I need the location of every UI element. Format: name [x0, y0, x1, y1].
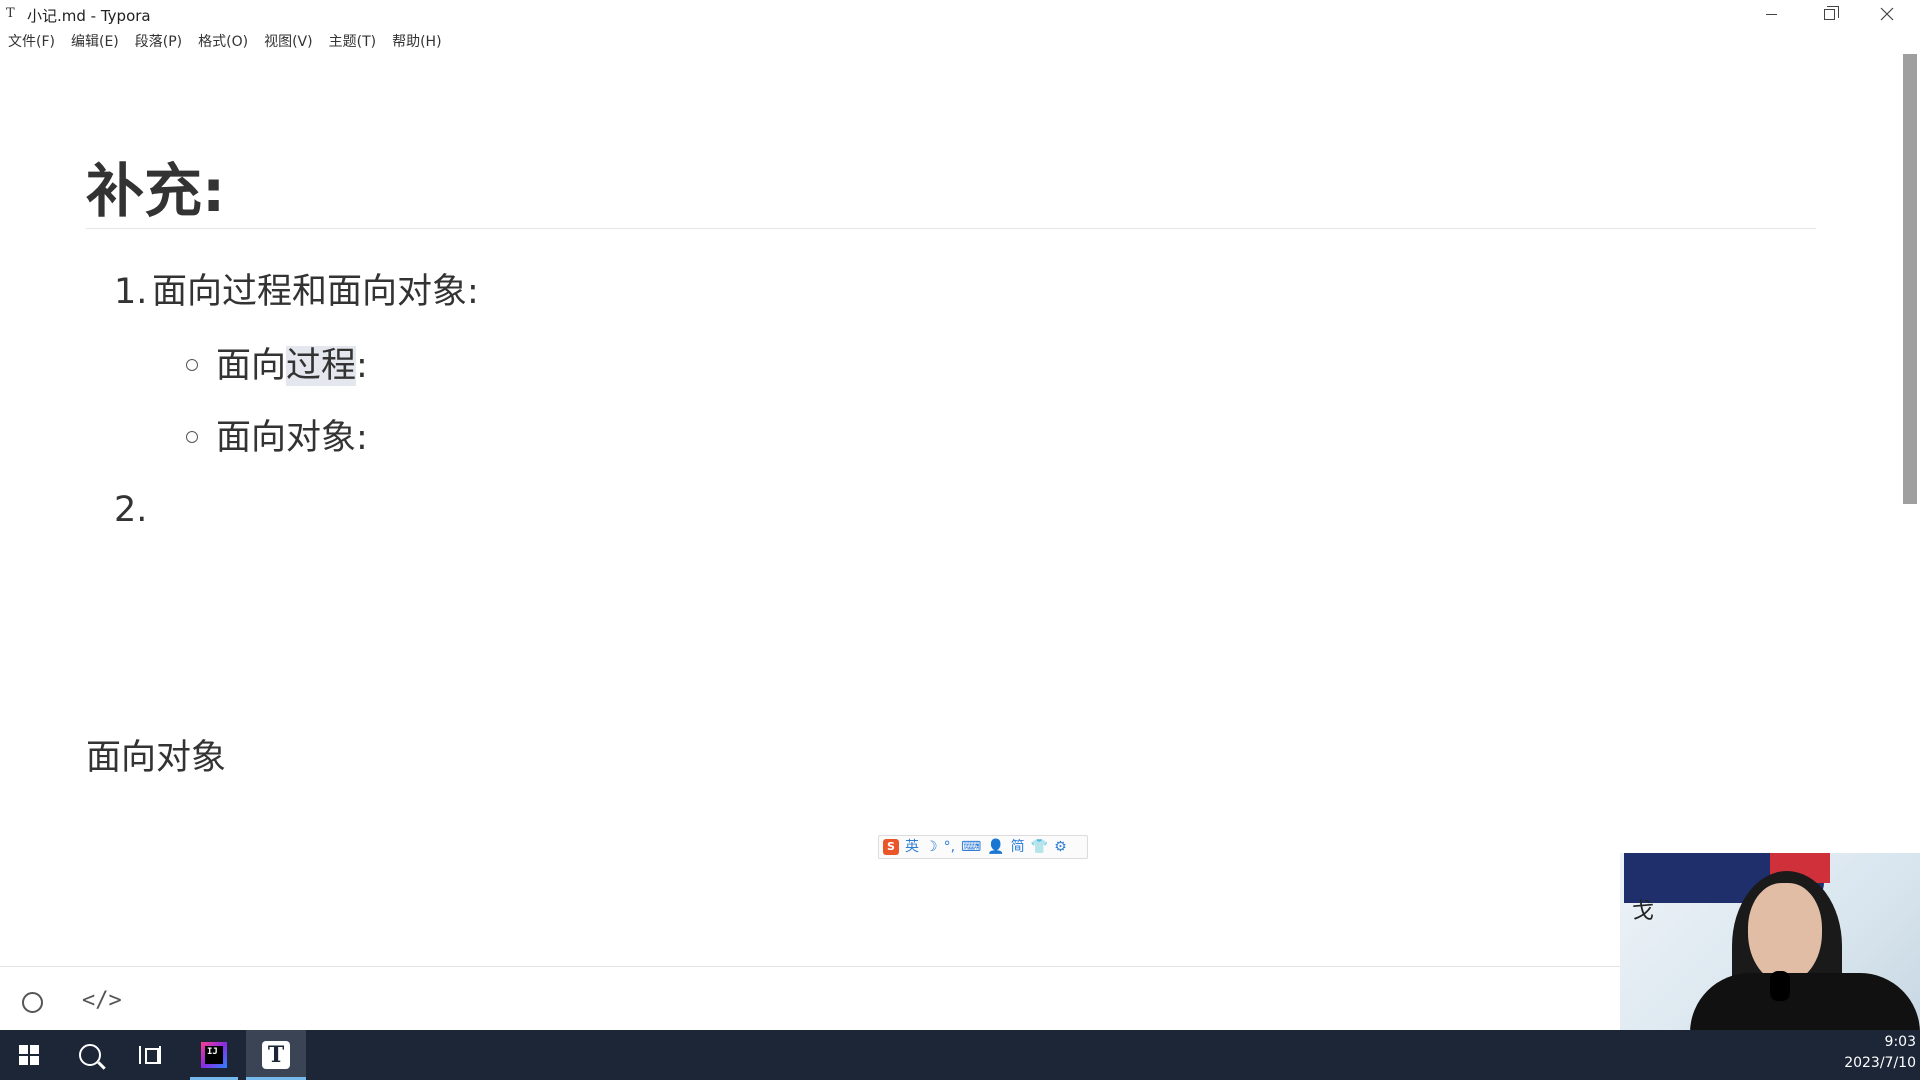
- taskbar: IJ T: [0, 1030, 1920, 1080]
- webcam-overlay: 戈: [1620, 853, 1920, 1035]
- menu-bar: 文件(F) 编辑(E) 段落(P) 格式(O) 视图(V) 主题(T) 帮助(H…: [0, 30, 450, 54]
- ime-lang-toggle[interactable]: 英: [905, 838, 919, 856]
- ime-skin-icon[interactable]: 👕: [1031, 838, 1048, 856]
- menu-file[interactable]: 文件(F): [0, 30, 63, 54]
- webcam-microphone: [1770, 971, 1790, 1001]
- search-icon: [79, 1044, 101, 1066]
- sogou-logo-icon[interactable]: S: [883, 839, 899, 855]
- restore-icon: [1823, 5, 1839, 20]
- menu-theme[interactable]: 主题(T): [321, 30, 384, 54]
- list-number: 2.: [114, 490, 148, 530]
- webcam-person-body: [1690, 973, 1920, 1035]
- sub-list-item[interactable]: 面向过程:: [216, 344, 368, 388]
- paragraph[interactable]: 面向对象: [86, 736, 226, 780]
- sub-list-item[interactable]: 面向对象:: [216, 416, 368, 460]
- start-button[interactable]: [0, 1030, 58, 1080]
- system-clock[interactable]: 9:03 2023/7/10: [1820, 1032, 1916, 1074]
- title-bar: T 小记.md - Typora: [0, 0, 1920, 28]
- heading-divider: [86, 228, 1816, 229]
- intellij-idea-icon: IJ: [201, 1042, 227, 1068]
- ime-toolbar[interactable]: S 英 ☽ °, ⌨ 👤 简 👕 ⚙: [878, 835, 1088, 859]
- windows-logo-icon: [19, 1045, 39, 1065]
- close-button[interactable]: [1858, 0, 1916, 28]
- sub-item-suffix: :: [356, 346, 368, 386]
- ime-simplified-toggle[interactable]: 简: [1011, 838, 1025, 856]
- webcam-person-face: [1748, 883, 1822, 983]
- selected-text[interactable]: 过程: [286, 346, 357, 386]
- task-view-button[interactable]: [122, 1030, 178, 1080]
- taskbar-typora[interactable]: T: [246, 1030, 306, 1080]
- ime-settings-icon[interactable]: ⚙: [1054, 838, 1067, 856]
- ime-user-icon[interactable]: 👤: [987, 838, 1004, 856]
- task-view-icon: [139, 1046, 161, 1064]
- clock-time: 9:03: [1884, 1034, 1916, 1050]
- typora-app-icon: T: [6, 6, 15, 21]
- menu-paragraph[interactable]: 段落(P): [127, 30, 190, 54]
- menu-format[interactable]: 格式(O): [190, 30, 256, 54]
- intellij-idea-label: IJ: [205, 1046, 223, 1064]
- minimize-button[interactable]: [1742, 0, 1800, 28]
- heading-1[interactable]: 补充:: [86, 156, 225, 226]
- ime-keyboard-icon[interactable]: ⌨: [961, 838, 981, 856]
- outline-toggle-icon[interactable]: [22, 992, 43, 1013]
- bullet-circle-icon: [186, 359, 198, 371]
- menu-view[interactable]: 视图(V): [256, 30, 321, 54]
- ime-punctuation-icon[interactable]: °,: [944, 838, 955, 856]
- restore-button[interactable]: [1800, 0, 1858, 28]
- minimize-icon: [1765, 13, 1777, 15]
- typora-icon: T: [262, 1041, 290, 1069]
- menu-edit[interactable]: 编辑(E): [63, 30, 127, 54]
- list-item-text[interactable]: 面向过程和面向对象:: [152, 270, 479, 314]
- window-title: 小记.md - Typora: [27, 7, 151, 25]
- scrollbar-thumb[interactable]: [1903, 54, 1917, 504]
- sub-item-prefix: 面向: [216, 346, 287, 386]
- menu-help[interactable]: 帮助(H): [384, 30, 449, 54]
- search-button[interactable]: [62, 1030, 118, 1080]
- taskbar-intellij-idea[interactable]: IJ: [188, 1030, 240, 1080]
- ime-moon-icon[interactable]: ☽: [925, 838, 938, 856]
- webcam-sign-character: 戈: [1632, 899, 1655, 924]
- list-number: 1.: [114, 272, 148, 312]
- close-icon: [1880, 7, 1894, 21]
- clock-date: 2023/7/10: [1844, 1055, 1916, 1071]
- editor-area[interactable]: 补充: 1. 面向过程和面向对象: 面向过程: 面向对象: 2. 面向对象: [0, 56, 1900, 966]
- bullet-circle-icon: [186, 431, 198, 443]
- source-code-mode-icon[interactable]: </>: [82, 987, 122, 1015]
